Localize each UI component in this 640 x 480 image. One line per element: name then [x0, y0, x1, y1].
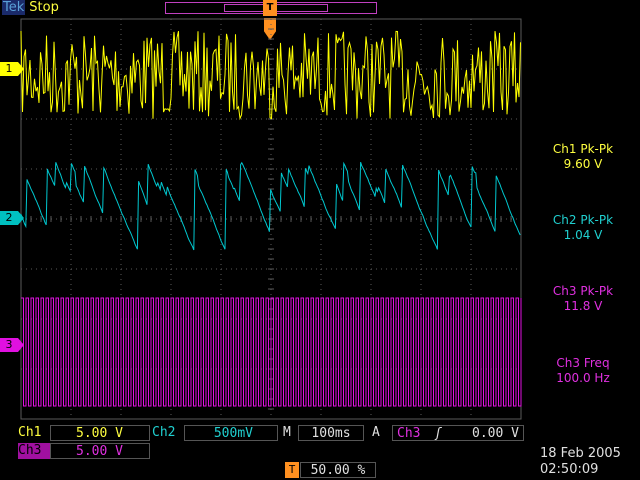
ch1-marker-label: 1: [5, 62, 13, 75]
trigger-marker-label: T: [266, 2, 274, 13]
measurement-title: Ch3 Freq: [556, 356, 610, 370]
ch1-ground-marker[interactable]: 1: [0, 62, 24, 76]
trigger-slope-icon: ʃ: [434, 426, 443, 441]
date-time: 18 Feb 2005 02:50:09: [540, 446, 621, 478]
measurement-title: Ch2 Pk-Pk: [552, 213, 614, 227]
ch2-waveform: [20, 161, 521, 251]
run-state-label: Stop: [29, 0, 59, 15]
waveform-display[interactable]: [20, 18, 522, 420]
measurement-ch3-pkpk: Ch3 Pk-Pk 11.8 V: [526, 284, 640, 314]
brand-logo: Tek: [2, 0, 26, 15]
ch3-label: Ch3: [18, 443, 50, 459]
trigger-position-readout[interactable]: 50.00 %: [300, 462, 376, 478]
measurement-ch2-pkpk: Ch2 Pk-Pk 1.04 V: [526, 213, 640, 243]
trigger-level: 0.00 V: [472, 426, 519, 441]
date-label: 18 Feb 2005: [540, 446, 621, 461]
trigger-position-marker[interactable]: T: [263, 0, 277, 16]
ch3-waveform: [21, 297, 522, 407]
measurement-value: 11.8 V: [563, 299, 603, 313]
trigger-readout[interactable]: Ch3 ʃ 0.00 V: [392, 425, 524, 441]
run-status: Tek Stop: [2, 0, 59, 16]
timebase-readout[interactable]: 100ms: [298, 425, 364, 441]
timebase-label: M: [283, 425, 291, 440]
measurement-value: 1.04 V: [563, 228, 603, 242]
ch1-label: Ch1: [18, 425, 42, 440]
ch1-scale-readout[interactable]: 5.00 V: [50, 425, 150, 441]
time-label: 02:50:09: [540, 462, 599, 477]
measurement-ch3-freq: Ch3 Freq 100.0 Hz: [526, 356, 640, 386]
trigger-position-icon: T: [285, 462, 299, 478]
trigger-mode-label: A: [372, 425, 380, 440]
ch3-ground-marker[interactable]: 3: [0, 338, 24, 352]
ch2-ground-marker[interactable]: 2: [0, 211, 24, 225]
ch3-scale-readout[interactable]: 5.00 V: [50, 443, 150, 459]
measurement-ch1-pkpk: Ch1 Pk-Pk 9.60 V: [526, 142, 640, 172]
measurement-title: Ch1 Pk-Pk: [552, 142, 614, 156]
trigger-source: Ch3: [397, 426, 421, 441]
measurement-title: Ch3 Pk-Pk: [552, 284, 614, 298]
ch2-scale-readout[interactable]: 500mV: [184, 425, 278, 441]
ch2-label: Ch2: [152, 425, 176, 440]
ch2-marker-label: 2: [5, 211, 13, 224]
measurement-value: 9.60 V: [563, 157, 603, 171]
measurement-value: 100.0 Hz: [556, 371, 610, 385]
ch3-marker-label: 3: [5, 338, 13, 351]
